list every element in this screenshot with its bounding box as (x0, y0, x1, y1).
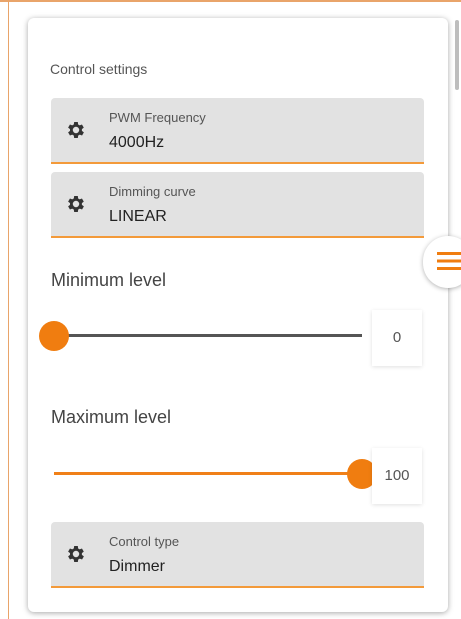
pwm-frequency-value: 4000Hz (109, 134, 165, 151)
minimum-level-label: Minimum level (51, 270, 167, 290)
page-scrollbar[interactable] (455, 20, 459, 90)
gear-icon (68, 122, 84, 138)
gear-icon (68, 196, 84, 212)
dimming-curve-field[interactable]: Dimming curve LINEAR (51, 172, 424, 238)
slider-thumb[interactable] (39, 321, 69, 351)
dimming-curve-value: LINEAR (109, 208, 167, 225)
menu-icon (437, 252, 461, 270)
slider-track (54, 334, 362, 337)
minimum-level-value[interactable]: 0 (372, 310, 422, 366)
maximum-level-slider[interactable] (54, 459, 377, 489)
frame-left-border (8, 0, 9, 619)
slider-fill (54, 472, 362, 475)
pwm-frequency-field[interactable]: PWM Frequency 4000Hz (51, 98, 424, 164)
maximum-level-value[interactable]: 100 (372, 448, 422, 504)
control-type-field[interactable]: Control type Dimmer (51, 522, 424, 588)
control-type-value: Dimmer (109, 558, 165, 575)
maximum-level-label: Maximum level (51, 407, 172, 427)
section-title: Control settings (50, 61, 148, 77)
pwm-frequency-label: PWM Frequency (109, 110, 206, 125)
dimming-curve-label: Dimming curve (109, 184, 196, 199)
gear-icon (68, 546, 84, 562)
frame-top-border (0, 0, 461, 2)
control-type-label: Control type (109, 534, 180, 549)
minimum-level-slider[interactable] (39, 321, 362, 351)
